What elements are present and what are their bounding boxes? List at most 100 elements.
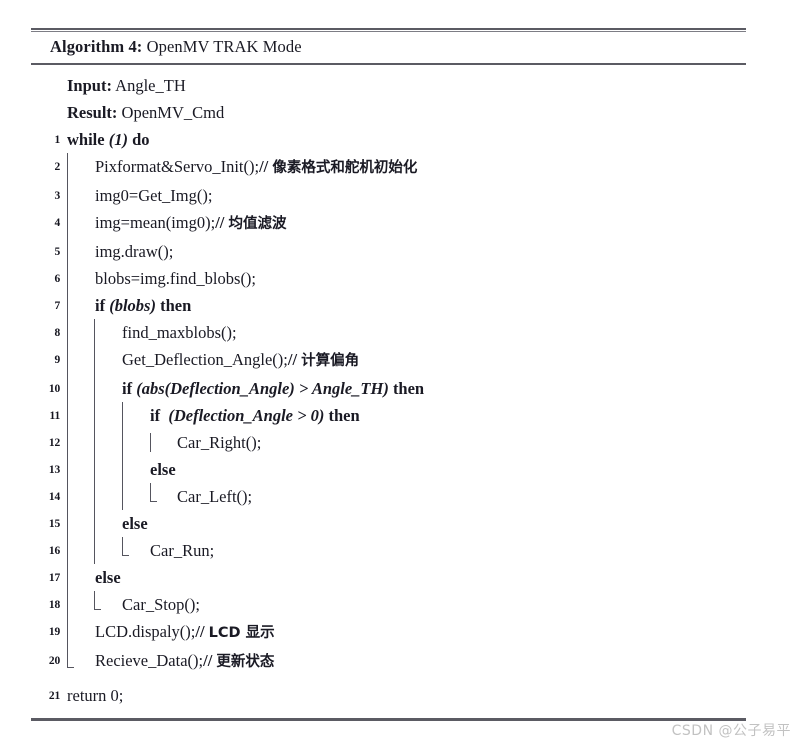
indent-rails bbox=[60, 509, 746, 537]
indent-rail-1 bbox=[67, 208, 68, 238]
if-condition: (Deflection_Angle > 0) bbox=[168, 405, 325, 425]
keyword-then: then bbox=[328, 405, 360, 425]
algorithm-line: 19 LCD.dispaly();// LCD 显示 bbox=[31, 617, 746, 647]
line-number: 4 bbox=[54, 216, 60, 229]
line-content: else bbox=[60, 455, 746, 483]
indent-rail-2 bbox=[94, 482, 95, 510]
indent-rails bbox=[60, 563, 746, 591]
line-number: 13 bbox=[48, 463, 60, 476]
comment-text: 计算偏角 bbox=[301, 352, 360, 369]
algorithm-line: 17 else bbox=[31, 563, 746, 591]
statement-call: img.draw(); bbox=[95, 241, 174, 261]
indent-rail-1 bbox=[67, 374, 68, 402]
line-number: 6 bbox=[54, 272, 60, 285]
indent-rail-3 bbox=[122, 428, 123, 456]
line-number: 3 bbox=[54, 189, 60, 202]
keyword-if: if bbox=[95, 295, 106, 315]
indent-rail-1 bbox=[67, 455, 68, 483]
algorithm-input-line: Input: Angle_TH bbox=[31, 72, 746, 99]
line-content: img0=Get_Img(); bbox=[60, 181, 746, 209]
line-content: Pixformat&Servo_Init();// 像素格式和舵机初始化 bbox=[60, 152, 746, 182]
keyword-do: do bbox=[132, 129, 150, 149]
algorithm-line: 11 if (Deflection_Angle > 0) then bbox=[31, 401, 746, 429]
line-number: 19 bbox=[48, 625, 60, 638]
result-value: OpenMV_Cmd bbox=[121, 102, 225, 122]
line-content: Car_Run; bbox=[60, 536, 746, 564]
algorithm-line: 10 if (abs(Deflection_Angle) > Angle_TH)… bbox=[31, 374, 746, 402]
indent-rail-2 bbox=[94, 428, 95, 456]
algorithm-line: 13 else bbox=[31, 455, 746, 483]
indent-rail-1 bbox=[67, 345, 68, 375]
line-number: 15 bbox=[48, 517, 60, 530]
keyword-if: if bbox=[150, 405, 161, 425]
keyword-if: if bbox=[122, 378, 133, 398]
indent-rail-1 bbox=[67, 482, 68, 510]
indent-rail-1 bbox=[67, 509, 68, 537]
line-content: else bbox=[60, 509, 746, 537]
algorithm-line: 18 Car_Stop(); bbox=[31, 590, 746, 618]
line-content: Car_Right(); bbox=[60, 428, 746, 456]
statement-call: blobs=img.find_blobs(); bbox=[95, 268, 257, 288]
comment-text: 像素格式和舵机初始化 bbox=[272, 159, 418, 176]
algorithm-caption-label: Algorithm 4: bbox=[50, 37, 143, 56]
indent-rail-3 bbox=[122, 482, 123, 510]
comment-slashes: // bbox=[215, 212, 225, 232]
statement-call: Car_Left(); bbox=[177, 486, 253, 506]
algorithm-line: 6 blobs=img.find_blobs(); bbox=[31, 264, 746, 292]
input-value: Angle_TH bbox=[115, 75, 186, 95]
comment-slashes: // bbox=[195, 621, 205, 641]
indent-rail-1 bbox=[67, 237, 68, 265]
line-number: 18 bbox=[48, 598, 60, 611]
indent-rail-2 bbox=[94, 509, 95, 537]
indent-rail-3 bbox=[122, 401, 123, 429]
algorithm-line: 7 if (blobs) then bbox=[31, 291, 746, 319]
while-condition: (1) bbox=[108, 129, 128, 149]
if-condition: (blobs) bbox=[109, 295, 156, 315]
line-number: 14 bbox=[48, 490, 60, 503]
indent-rail-2 bbox=[94, 345, 95, 375]
line-number: 5 bbox=[54, 245, 60, 258]
algorithm-caption: Algorithm 4: OpenMV TRAK Mode bbox=[31, 32, 746, 63]
algorithm-line: 20 Recieve_Data();// 更新状态 bbox=[31, 646, 746, 676]
keyword-else: else bbox=[95, 567, 121, 587]
keyword-else: else bbox=[122, 513, 148, 533]
indent-rail-1 bbox=[67, 181, 68, 209]
csdn-watermark: CSDN @公子易平 bbox=[671, 723, 791, 739]
line-content: if (abs(Deflection_Angle) > Angle_TH) th… bbox=[60, 374, 746, 402]
comment-slashes: // bbox=[203, 650, 213, 670]
statement-call: Car_Right(); bbox=[177, 432, 262, 452]
line-content: Car_Left(); bbox=[60, 482, 746, 510]
algorithm-line: 3 img0=Get_Img(); bbox=[31, 181, 746, 209]
indent-rail-3 bbox=[122, 455, 123, 483]
line-content: Recieve_Data();// 更新状态 bbox=[60, 646, 746, 676]
comment-slashes: // bbox=[259, 156, 269, 176]
indent-rail-1 bbox=[67, 291, 68, 319]
input-label: Input: bbox=[67, 75, 112, 95]
indent-rail-2 bbox=[94, 455, 95, 483]
line-number: 17 bbox=[48, 571, 60, 584]
keyword-while: while bbox=[67, 129, 105, 149]
algorithm-line: 8 find_maxblobs(); bbox=[31, 318, 746, 346]
statement-call: Recieve_Data(); bbox=[95, 650, 204, 670]
algorithm-caption-title: OpenMV TRAK Mode bbox=[146, 37, 302, 56]
line-number: 16 bbox=[48, 544, 60, 557]
statement-call: LCD.dispaly(); bbox=[95, 621, 196, 641]
comment-text: 均值滤波 bbox=[228, 215, 287, 232]
statement-call: img=mean(img0); bbox=[95, 212, 216, 232]
line-content: Get_Deflection_Angle();// 计算偏角 bbox=[60, 345, 746, 375]
result-label: Result: bbox=[67, 102, 118, 122]
line-number: 21 bbox=[48, 689, 60, 702]
indent-rail-2-end bbox=[94, 590, 101, 610]
line-number: 12 bbox=[48, 436, 60, 449]
line-number: 10 bbox=[48, 382, 60, 395]
statement-call: Pixformat&Servo_Init(); bbox=[95, 156, 260, 176]
algorithm-line: 2 Pixformat&Servo_Init();// 像素格式和舵机初始化 bbox=[31, 152, 746, 182]
indent-rail-2 bbox=[94, 374, 95, 402]
line-content: LCD.dispaly();// LCD 显示 bbox=[60, 617, 746, 647]
indent-rail-1 bbox=[67, 563, 68, 591]
line-content: img.draw(); bbox=[60, 237, 746, 265]
line-content: else bbox=[60, 563, 746, 591]
indent-rail-1 bbox=[67, 318, 68, 346]
if-condition: (abs(Deflection_Angle) > Angle_TH) bbox=[136, 378, 389, 398]
indent-rail-1 bbox=[67, 264, 68, 292]
